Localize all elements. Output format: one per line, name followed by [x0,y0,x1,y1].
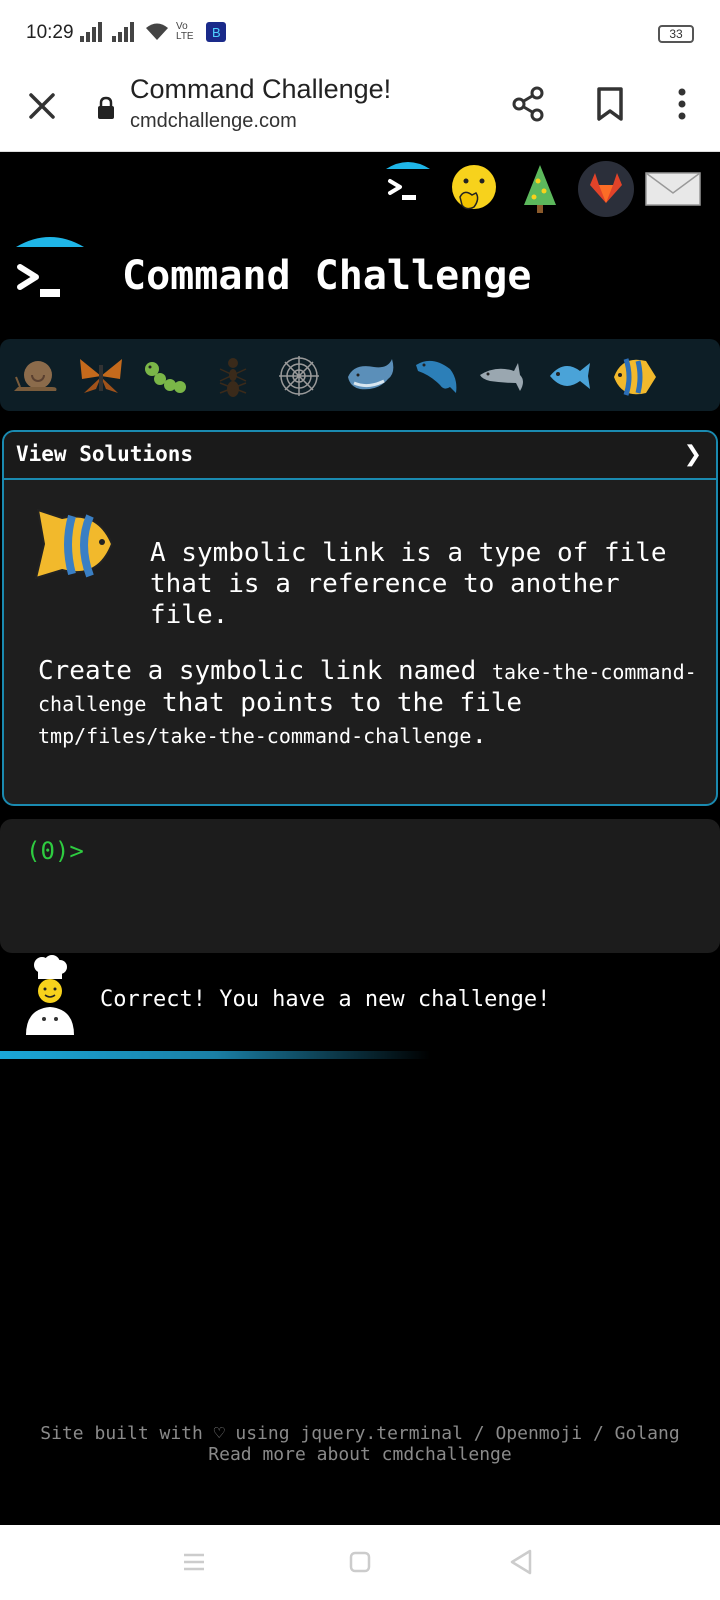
battery-icon: 33 [658,25,694,43]
footer-read-more-link[interactable]: Read more about cmdchallenge [0,1444,720,1465]
site-logo-icon [16,237,84,297]
recent-apps-icon[interactable] [176,1545,212,1579]
snail-icon[interactable] [8,349,62,403]
view-solutions-toggle[interactable]: View Solutions ❯ [4,432,716,480]
chevron-right-icon: ❯ [683,442,702,467]
chef-icon [26,955,74,1035]
envelope-icon[interactable] [644,161,702,217]
status-time: 10:29 [26,22,74,43]
close-icon[interactable] [22,86,62,126]
status-bar: 10:29 Vo LTE B 33 [0,0,720,68]
whale-icon[interactable] [344,349,398,403]
share-icon[interactable] [508,84,548,124]
hand-over-mouth-emoji-icon[interactable] [446,161,502,217]
christmas-tree-icon[interactable] [512,161,568,217]
caterpillar-icon[interactable] [140,349,194,403]
bookmark-icon[interactable] [590,84,630,124]
task-middle: that points to the file [146,688,523,718]
ant-icon[interactable] [206,349,260,403]
app-notification-icon: B [206,22,226,42]
dolphin-icon[interactable] [476,349,530,403]
task-suffix: . [471,720,488,750]
prompt-open: ( [26,837,41,865]
status-icons: Vo LTE B [80,22,226,42]
gitlab-icon[interactable] [578,161,634,217]
site-title: Command Challenge [122,253,532,299]
svg-text:B: B [212,25,221,40]
footer-credits[interactable]: Site built with ♡ using jquery.terminal … [0,1423,720,1444]
page-content: Command Challenge View Solutions ❯ A sym… [0,153,720,1525]
level-bar [0,339,720,411]
progress-bar [0,1051,430,1059]
spider-web-icon[interactable] [272,349,326,403]
wifi-icon [146,23,168,40]
terminal[interactable]: (0)> [0,819,720,953]
tropical-fish-icon [34,508,114,580]
signal-icon [112,22,134,42]
more-options-icon[interactable] [664,84,700,124]
target-path-code: tmp/files/take-the-command-challenge [38,724,472,748]
volte-icon: Vo LTE [176,21,194,42]
view-solutions-label: View Solutions [16,442,194,466]
tropical-fish-icon[interactable] [608,349,662,403]
terminal-prompt[interactable]: (0)> [26,837,84,865]
task-prefix: Create a symbolic link named [38,656,492,686]
challenge-panel: View Solutions ❯ A symbolic link is a ty… [2,430,718,806]
back-icon[interactable] [504,1545,540,1579]
fish-icon[interactable] [542,349,596,403]
signal-icon [80,22,102,42]
page-title: Command Challenge! [130,74,392,104]
browser-toolbar: Command Challenge! cmdchallenge.com [0,68,720,152]
system-nav-bar [0,1525,720,1600]
lock-icon [98,96,114,119]
prompt-close: )> [54,837,84,865]
top-nav-icons [380,157,720,221]
dolphin-icon[interactable] [410,349,464,403]
challenge-intro: A symbolic link is a type of file that i… [150,538,667,630]
butterfly-icon[interactable] [74,349,128,403]
prompt-count: 0 [40,837,55,865]
page-url[interactable]: cmdchallenge.com [130,110,297,133]
result-message: Correct! You have a new challenge! [100,987,551,1012]
terminal-icon[interactable] [380,161,436,217]
challenge-task: Create a symbolic link named take-the-co… [38,656,698,752]
footer: Site built with ♡ using jquery.terminal … [0,1423,720,1465]
home-icon[interactable] [342,1545,378,1579]
